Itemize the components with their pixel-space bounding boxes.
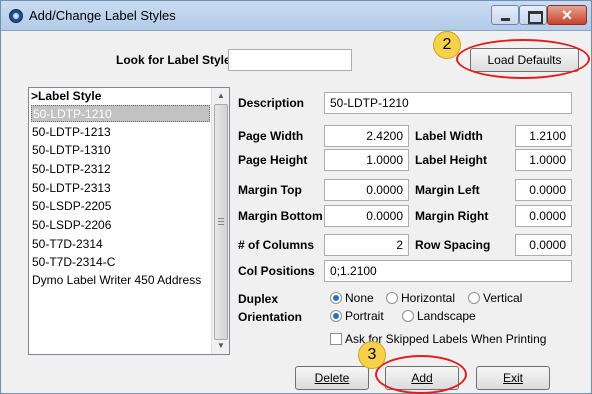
row-spacing-label: Row Spacing bbox=[415, 238, 491, 252]
columns-label: # of Columns bbox=[238, 238, 315, 252]
list-scrollbar[interactable]: ▲ ▼ bbox=[211, 88, 229, 354]
margin-bottom-input[interactable]: 0.0000 bbox=[324, 205, 409, 227]
window-title: Add/Change Label Styles bbox=[29, 8, 176, 23]
delete-button-label: Delete bbox=[314, 371, 350, 385]
look-for-label-style-label: Look for Label Style bbox=[116, 53, 231, 67]
scroll-thumb[interactable] bbox=[214, 104, 228, 340]
annotation-step-3: 3 bbox=[358, 341, 386, 369]
scroll-up-icon[interactable]: ▲ bbox=[212, 88, 230, 104]
list-header: >Label Style bbox=[31, 89, 102, 103]
label-width-input[interactable]: 1.2100 bbox=[515, 125, 572, 147]
title-bar[interactable]: Add/Change Label Styles ✕ bbox=[1, 1, 591, 31]
margin-left-label: Margin Left bbox=[415, 183, 480, 197]
list-item[interactable]: 50-T7D-2314-C bbox=[32, 255, 115, 269]
label-style-list[interactable]: >Label Style 50-LDTP-1210 50-LDTP-1213 5… bbox=[28, 87, 230, 355]
list-item[interactable]: Dymo Label Writer 450 Address bbox=[32, 273, 201, 287]
annotation-ring-load-defaults bbox=[456, 39, 590, 79]
orientation-label: Orientation bbox=[238, 310, 303, 324]
close-button[interactable]: ✕ bbox=[547, 5, 587, 25]
annotation-step-2: 2 bbox=[433, 31, 461, 59]
look-for-label-style-input[interactable] bbox=[228, 49, 352, 71]
duplex-none-label: None bbox=[345, 291, 374, 305]
columns-input[interactable]: 2 bbox=[324, 234, 409, 256]
margin-top-label: Margin Top bbox=[238, 183, 302, 197]
col-positions-label: Col Positions bbox=[238, 264, 315, 278]
label-height-label: Label Height bbox=[415, 153, 488, 167]
margin-right-label: Margin Right bbox=[415, 209, 489, 223]
duplex-label: Duplex bbox=[238, 292, 279, 306]
close-icon: ✕ bbox=[561, 7, 573, 23]
minimize-button[interactable] bbox=[491, 5, 519, 25]
add-change-label-styles-window: Add/Change Label Styles ✕ Look for Label… bbox=[0, 0, 592, 394]
page-height-label: Page Height bbox=[238, 153, 308, 167]
col-positions-input[interactable]: 0;1.2100 bbox=[324, 260, 572, 282]
label-width-label: Label Width bbox=[415, 129, 483, 143]
margin-left-input[interactable]: 0.0000 bbox=[515, 179, 572, 201]
scroll-down-icon[interactable]: ▼ bbox=[212, 338, 230, 354]
orientation-portrait-label: Portrait bbox=[345, 309, 384, 323]
exit-button[interactable]: Exit bbox=[476, 366, 550, 390]
ask-skipped-labels-checkbox[interactable] bbox=[330, 333, 342, 345]
delete-button[interactable]: Delete bbox=[295, 366, 369, 390]
list-item[interactable]: 50-LDTP-1210 bbox=[31, 105, 210, 122]
list-item[interactable]: 50-T7D-2314 bbox=[32, 237, 103, 251]
duplex-horizontal-radio[interactable] bbox=[386, 292, 398, 304]
orientation-portrait-radio[interactable] bbox=[330, 310, 342, 322]
page-height-input[interactable]: 1.0000 bbox=[324, 149, 409, 171]
maximize-button[interactable] bbox=[519, 5, 547, 25]
list-item[interactable]: 50-LDTP-1310 bbox=[32, 143, 111, 157]
page-width-label: Page Width bbox=[238, 129, 304, 143]
description-input[interactable]: 50-LDTP-1210 bbox=[324, 92, 572, 114]
duplex-horizontal-label: Horizontal bbox=[401, 291, 456, 305]
duplex-none-radio[interactable] bbox=[330, 292, 342, 304]
exit-button-label: Exit bbox=[502, 371, 523, 385]
row-spacing-input[interactable]: 0.0000 bbox=[515, 234, 572, 256]
list-item[interactable]: 50-LDTP-2312 bbox=[32, 162, 111, 176]
list-item[interactable]: 50-LDTP-1213 bbox=[32, 125, 111, 139]
grip-icon bbox=[218, 218, 224, 225]
app-icon bbox=[9, 9, 23, 23]
margin-bottom-label: Margin Bottom bbox=[238, 209, 323, 223]
duplex-vertical-radio[interactable] bbox=[468, 292, 480, 304]
annotation-ring-add bbox=[375, 355, 467, 394]
duplex-vertical-label: Vertical bbox=[483, 291, 523, 305]
margin-top-input[interactable]: 0.0000 bbox=[324, 179, 409, 201]
list-item[interactable]: 50-LSDP-2205 bbox=[32, 199, 111, 213]
margin-right-input[interactable]: 0.0000 bbox=[515, 205, 572, 227]
description-label: Description bbox=[238, 96, 305, 110]
orientation-landscape-radio[interactable] bbox=[402, 310, 414, 322]
orientation-landscape-label: Landscape bbox=[417, 309, 476, 323]
list-item[interactable]: 50-LSDP-2206 bbox=[32, 218, 111, 232]
page-width-input[interactable]: 2.4200 bbox=[324, 125, 409, 147]
label-height-input[interactable]: 1.0000 bbox=[515, 149, 572, 171]
list-item[interactable]: 50-LDTP-2313 bbox=[32, 181, 111, 195]
